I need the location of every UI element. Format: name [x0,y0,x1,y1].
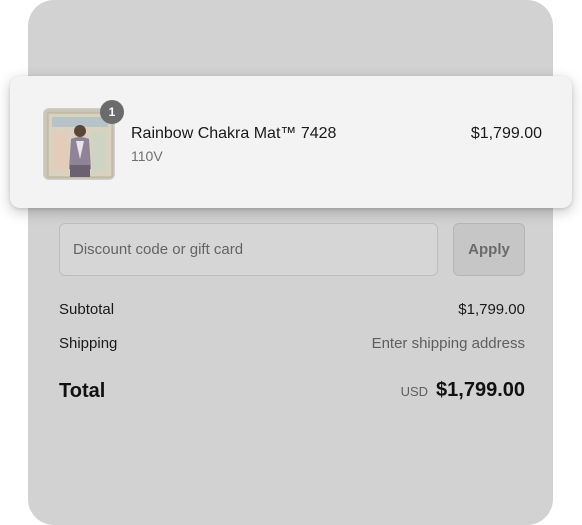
shipping-value: Enter shipping address [371,335,525,352]
total-amount-group: USD $1,799.00 [401,379,525,402]
currency-code: USD [400,384,429,399]
apply-discount-button[interactable]: Apply [453,223,525,276]
product-line-item: 1 Rainbow Chakra Mat™ 7428 110V $1,799.0… [10,76,572,208]
product-name: Rainbow Chakra Mat™ 7428 [131,125,337,142]
product-price: $1,799.00 [470,125,542,142]
quantity-badge: 1 [100,100,124,124]
subtotal-value: $1,799.00 [458,301,525,318]
shipping-label: Shipping [59,335,118,352]
product-variant: 110V [131,148,163,164]
total-amount: $1,799.00 [436,379,525,401]
product-thumbnail-wrapper: 1 [43,100,124,180]
subtotal-label: Subtotal [59,301,115,318]
discount-code-input[interactable] [59,223,438,276]
total-label: Total [59,380,106,402]
